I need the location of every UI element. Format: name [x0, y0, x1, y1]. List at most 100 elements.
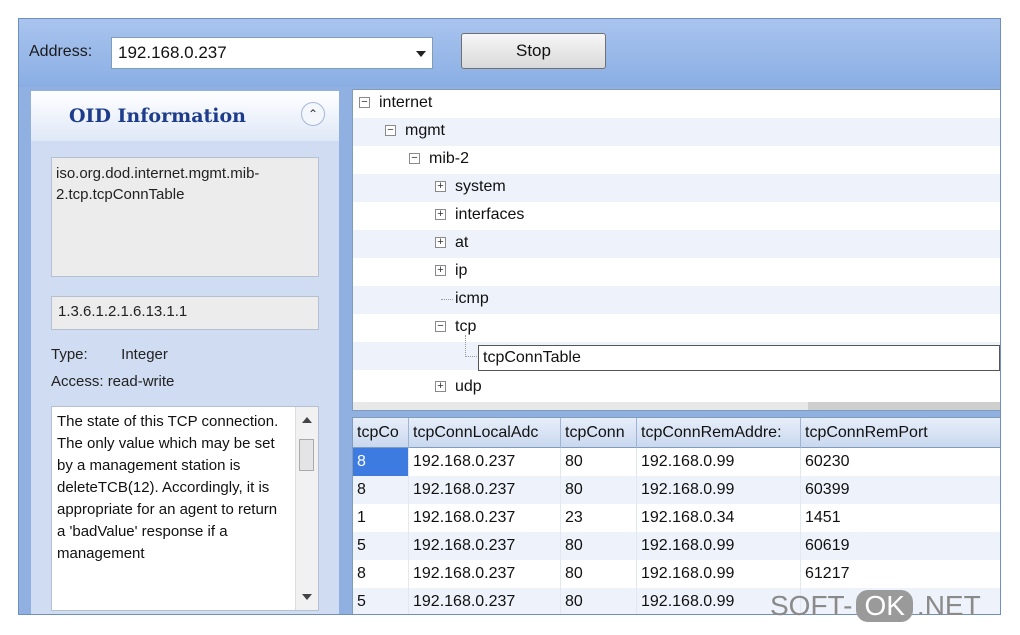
description-box[interactable]: The state of this TCP connection. The on…: [51, 406, 319, 611]
stop-button[interactable]: Stop: [461, 33, 606, 69]
tree-node-icmp[interactable]: icmp: [455, 290, 489, 308]
table-cell[interactable]: 192.168.0.237: [409, 588, 561, 614]
table-cell[interactable]: 192.168.0.34: [637, 504, 801, 532]
tree-node-tcpconntable-selected[interactable]: tcpConnTable: [478, 345, 1000, 371]
column-header[interactable]: tcpConnRemAddre:: [637, 418, 801, 448]
expand-icon[interactable]: +: [435, 209, 446, 220]
scroll-down-icon[interactable]: [302, 594, 312, 600]
table-cell[interactable]: 192.168.0.99: [637, 476, 801, 504]
tree-row[interactable]: + udp: [353, 374, 1000, 402]
tree-row[interactable]: + interfaces: [353, 202, 1000, 230]
table-cell[interactable]: 8: [353, 448, 409, 476]
table-row[interactable]: 8 192.168.0.237 80 192.168.0.99 60230: [353, 448, 1000, 476]
tree-row[interactable]: icmp: [353, 286, 1000, 314]
table-row[interactable]: 8 192.168.0.237 80 192.168.0.99 61217: [353, 560, 1000, 588]
oid-path-field[interactable]: iso.org.dod.internet.mgmt.mib-2.tcp.tcpC…: [51, 157, 319, 277]
table-row[interactable]: 8 192.168.0.237 80 192.168.0.99 60399: [353, 476, 1000, 504]
oid-number-field[interactable]: 1.3.6.1.2.1.6.13.1.1: [51, 296, 319, 330]
watermark-right: .NET: [916, 590, 981, 621]
tree-node-interfaces[interactable]: interfaces: [455, 206, 524, 224]
collapse-icon[interactable]: −: [359, 97, 370, 108]
table-cell[interactable]: 60619: [801, 532, 1000, 560]
collapse-icon[interactable]: −: [409, 153, 420, 164]
tree-row[interactable]: − mgmt: [353, 118, 1000, 146]
collapse-icon[interactable]: −: [435, 321, 446, 332]
table-cell[interactable]: 192.168.0.99: [637, 532, 801, 560]
expand-icon[interactable]: +: [435, 237, 446, 248]
tree-node-udp[interactable]: udp: [455, 378, 482, 396]
watermark: SOFT- OK .NET: [770, 590, 981, 622]
tree-node-internet[interactable]: internet: [379, 94, 432, 112]
tree-connector: [465, 356, 477, 357]
tree-node-tcpconntable[interactable]: tcpConnTable: [483, 349, 581, 367]
expand-icon[interactable]: +: [435, 181, 446, 192]
tree-row[interactable]: + system: [353, 174, 1000, 202]
table-cell[interactable]: 1451: [801, 504, 1000, 532]
results-table: tcpCo tcpConnLocalAdc tcpConn tcpConnRem…: [352, 417, 1000, 614]
tree-node-at[interactable]: at: [455, 234, 468, 252]
tree-node-tcp[interactable]: tcp: [455, 318, 476, 336]
chevron-down-icon[interactable]: [416, 51, 426, 57]
tree-node-system[interactable]: system: [455, 178, 506, 196]
oid-panel-header: OID Information ⌃: [31, 91, 339, 141]
table-row[interactable]: 1 192.168.0.237 23 192.168.0.34 1451: [353, 504, 1000, 532]
table-cell[interactable]: 192.168.0.237: [409, 560, 561, 588]
column-header[interactable]: tcpConn: [561, 418, 637, 448]
table-cell[interactable]: 5: [353, 588, 409, 614]
table-cell[interactable]: 192.168.0.237: [409, 504, 561, 532]
expand-icon[interactable]: +: [435, 265, 446, 276]
table-cell[interactable]: 192.168.0.237: [409, 476, 561, 504]
scroll-thumb[interactable]: [808, 402, 1000, 410]
tree-row[interactable]: − mib-2: [353, 146, 1000, 174]
expand-icon[interactable]: +: [435, 381, 446, 392]
table-cell[interactable]: 8: [353, 476, 409, 504]
tree-row[interactable]: − tcp: [353, 314, 1000, 342]
table-cell[interactable]: 80: [561, 448, 637, 476]
watermark-left: SOFT-: [770, 590, 853, 621]
table-cell[interactable]: 80: [561, 532, 637, 560]
table-cell[interactable]: 80: [561, 588, 637, 614]
mib-tree: − internet − mgmt − mib-2 + system + int…: [352, 89, 1000, 411]
tree-node-mib-2[interactable]: mib-2: [429, 150, 469, 168]
table-cell[interactable]: 61217: [801, 560, 1000, 588]
collapse-icon[interactable]: −: [385, 125, 396, 136]
table-cell[interactable]: 192.168.0.237: [409, 532, 561, 560]
address-combobox[interactable]: 192.168.0.237: [111, 37, 433, 69]
table-cell[interactable]: 5: [353, 532, 409, 560]
column-header[interactable]: tcpConnLocalAdc: [409, 418, 561, 448]
tree-horizontal-scrollbar[interactable]: [353, 402, 1000, 410]
table-cell[interactable]: 1: [353, 504, 409, 532]
table-cell[interactable]: 192.168.0.99: [637, 560, 801, 588]
column-header[interactable]: tcpConnRemPort: [801, 418, 1000, 448]
access-value: read-write: [107, 373, 175, 390]
access-label: Access:: [51, 373, 104, 390]
table-cell[interactable]: 80: [561, 476, 637, 504]
oid-info-panel: OID Information ⌃ iso.org.dod.internet.m…: [31, 91, 339, 614]
oid-panel-title: OID Information: [69, 105, 246, 127]
tree-node-mgmt[interactable]: mgmt: [405, 122, 445, 140]
table-cell[interactable]: 60230: [801, 448, 1000, 476]
scroll-up-icon[interactable]: [302, 417, 312, 423]
type-value: Integer: [121, 346, 168, 363]
type-row: Type: Integer: [51, 346, 168, 363]
table-cell[interactable]: 80: [561, 560, 637, 588]
scroll-thumb[interactable]: [299, 439, 314, 471]
tree-row[interactable]: − internet: [353, 90, 1000, 118]
table-row[interactable]: 5 192.168.0.237 80 192.168.0.99 60619: [353, 532, 1000, 560]
table-cell[interactable]: 23: [561, 504, 637, 532]
tree-connector: [465, 335, 466, 355]
description-scrollbar[interactable]: [295, 407, 318, 610]
table-cell[interactable]: 60399: [801, 476, 1000, 504]
toolbar: Address: 192.168.0.237 Stop: [19, 19, 1000, 87]
type-label: Type:: [51, 346, 88, 363]
table-cell[interactable]: 8: [353, 560, 409, 588]
tree-row[interactable]: + ip: [353, 258, 1000, 286]
tree-node-ip[interactable]: ip: [455, 262, 467, 280]
tree-row[interactable]: + at: [353, 230, 1000, 258]
watermark-mid: OK: [856, 590, 913, 622]
collapse-icon[interactable]: ⌃: [301, 102, 325, 126]
table-cell[interactable]: 192.168.0.99: [637, 448, 801, 476]
column-header[interactable]: tcpCo: [353, 418, 409, 448]
address-value[interactable]: 192.168.0.237: [118, 43, 227, 63]
table-cell[interactable]: 192.168.0.237: [409, 448, 561, 476]
